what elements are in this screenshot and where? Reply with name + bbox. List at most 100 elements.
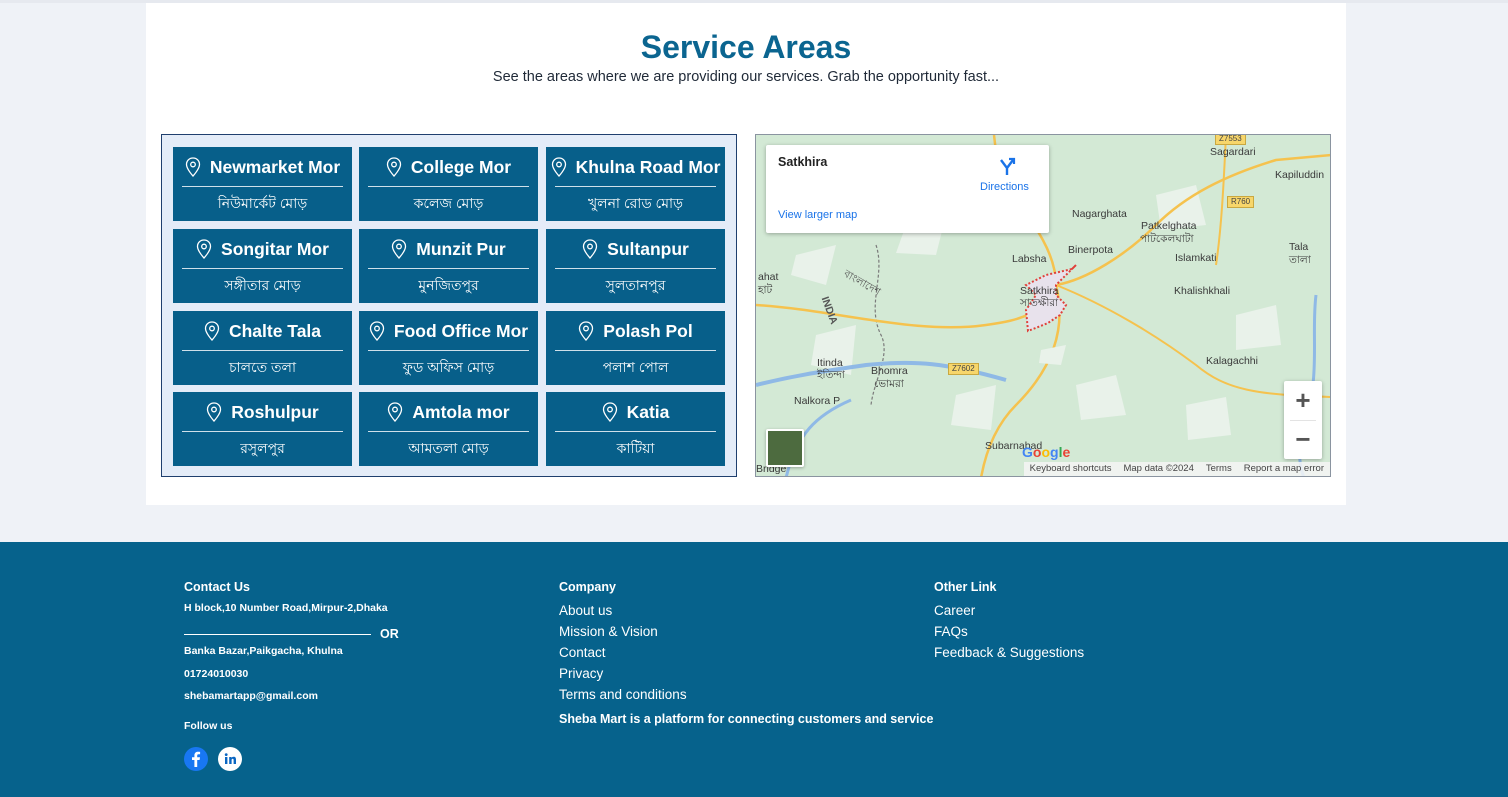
area-name-bn: রসুলপুর (240, 440, 285, 456)
area-name-bn: মুনজিতপুর (418, 277, 479, 293)
map-label-binerpota: Binerpota (1068, 244, 1113, 256)
footer-link-about[interactable]: About us (559, 603, 933, 618)
zoom-in-button[interactable]: + (1284, 381, 1322, 420)
report-error-link[interactable]: Report a map error (1238, 462, 1330, 476)
road-tag-z7553: Z7553 (1215, 135, 1246, 145)
footer-link-mission[interactable]: Mission & Vision (559, 624, 933, 639)
area-name-en: Munzit Pur (416, 238, 506, 259)
tile-divider (368, 431, 529, 432)
footer-link-terms[interactable]: Terms and conditions (559, 687, 933, 702)
map-label-kapiluddin: Kapiluddin (1275, 169, 1325, 181)
map-label-ahat: ahat (758, 271, 779, 283)
directions-icon[interactable] (997, 157, 1017, 177)
service-area-list: Newmarket Mor নিউমার্কেট মোড় College Mo… (161, 134, 737, 477)
map-label-itinda-bn: ইতিন্দা (817, 369, 845, 381)
location-pin-icon (388, 402, 403, 422)
map-label-kalagachhi: Kalagachhi (1206, 355, 1258, 367)
area-name-en: Sultanpur (607, 238, 689, 259)
satellite-toggle-button[interactable] (766, 429, 804, 467)
tile-divider (182, 186, 343, 187)
road-tag-z7602: Z7602 (948, 363, 979, 375)
footer-link-faqs[interactable]: FAQs (934, 624, 1084, 639)
road-tag-r760: R760 (1227, 196, 1255, 208)
email-address[interactable]: shebamartapp@gmail.com (184, 691, 318, 702)
map-label-nalkora: Nalkora P (794, 395, 841, 407)
area-tile-katia[interactable]: Katia কাটিয়া (546, 392, 725, 466)
area-tile-khulna-road-mor[interactable]: Khulna Road Mor খুলনা রোড মোড় (546, 147, 725, 221)
area-name-en: Khulna Road Mor (575, 156, 721, 177)
embedded-map[interactable]: Sagardari Kapiluddin Nagarghata Patkelgh… (755, 134, 1331, 477)
tile-divider (368, 350, 529, 351)
address-khulna: Banka Bazar,Paikgacha, Khulna (184, 645, 343, 657)
area-tile-roshulpur[interactable]: Roshulpur রসুলপুর (173, 392, 352, 466)
map-label-bhomra-bn: ভোমরা (874, 378, 904, 390)
company-heading: Company (559, 580, 616, 594)
area-name-en: Amtola mor (412, 401, 510, 422)
or-label: OR (380, 627, 399, 641)
map-label-bhomra: Bhomra (871, 365, 908, 377)
area-tile-chalte-tala[interactable]: Chalte Tala চালতে তলা (173, 311, 352, 385)
contact-heading: Contact Us (184, 580, 250, 594)
phone-number: 01724010030 (184, 668, 249, 680)
area-name-en: Songitar Mor (221, 238, 329, 259)
area-name-bn: সঙ্গীতার মোড় (224, 277, 301, 293)
area-name-en: Chalte Tala (228, 320, 322, 341)
footer-link-feedback[interactable]: Feedback & Suggestions (934, 645, 1084, 660)
keyboard-shortcuts-link[interactable]: Keyboard shortcuts (1024, 462, 1118, 476)
address-dhaka: H block,10 Number Road,Mirpur-2,Dhaka (184, 602, 388, 614)
separator-line (184, 633, 371, 635)
zoom-divider (1290, 420, 1316, 421)
area-name-en: College Mor (410, 156, 512, 177)
footer-link-privacy[interactable]: Privacy (559, 666, 933, 681)
area-tile-food-office-mor[interactable]: Food Office Mor ফুড অফিস মোড় (359, 311, 538, 385)
area-name-bn: চালতে তলা (228, 359, 297, 375)
area-name-bn: কলেজ মোড় (413, 195, 484, 211)
area-tile-newmarket-mor[interactable]: Newmarket Mor নিউমার্কেট মোড় (173, 147, 352, 221)
area-tile-college-mor[interactable]: College Mor কলেজ মোড় (359, 147, 538, 221)
map-label-khalishkhali: Khalishkhali (1174, 285, 1231, 297)
view-larger-map-link[interactable]: View larger map (778, 209, 857, 221)
tile-divider (555, 350, 716, 351)
tile-divider (555, 431, 716, 432)
map-data-text: Map data ©2024 (1123, 463, 1194, 474)
map-label-labsha: Labsha (1012, 253, 1047, 265)
page-title: Service Areas (640, 29, 852, 65)
area-name-bn: সুলতানপুর (605, 277, 666, 293)
terms-link[interactable]: Terms (1200, 462, 1238, 476)
area-name-bn: ফুড অফিস মোড় (402, 359, 495, 375)
location-pin-icon (392, 239, 407, 259)
location-pin-icon (204, 321, 220, 341)
area-tile-polash-pol[interactable]: Polash Pol পলাশ পোল (546, 311, 725, 385)
map-zoom-controls: + − (1284, 381, 1322, 459)
directions-link[interactable]: Directions (980, 181, 1029, 193)
area-tile-songitar-mor[interactable]: Songitar Mor সঙ্গীতার মোড় (173, 229, 352, 303)
tile-divider (182, 350, 343, 351)
map-attribution-bar: Keyboard shortcuts Map data ©2024 Terms … (1023, 462, 1330, 476)
map-label-ahat-bn: হাট (758, 284, 773, 296)
footer-tagline: Sheba Mart is a platform for connecting … (559, 712, 934, 726)
location-pin-icon (602, 402, 617, 422)
map-label-islamkati: Islamkati (1175, 252, 1217, 264)
service-areas-panel: Service Areas See the areas where we are… (146, 3, 1346, 505)
area-name-en: Polash Pol (603, 320, 693, 341)
map-label-nagarghata: Nagarghata (1072, 208, 1127, 220)
tile-divider (555, 186, 716, 187)
area-tile-munzit-pur[interactable]: Munzit Pur মুনজিতপুর (359, 229, 538, 303)
google-logo: Google (1022, 444, 1071, 460)
footer-link-contact[interactable]: Contact (559, 645, 933, 660)
facebook-icon[interactable] (184, 747, 208, 771)
area-name-bn: কাটিয়া (616, 440, 655, 456)
site-footer: Contact Us H block,10 Number Road,Mirpur… (0, 542, 1508, 797)
area-tile-sultanpur[interactable]: Sultanpur সুলতানপুর (546, 229, 725, 303)
area-name-en: Roshulpur (231, 401, 319, 422)
tile-divider (368, 268, 529, 269)
map-info-card: Satkhira Directions View larger map (766, 145, 1049, 233)
footer-link-career[interactable]: Career (934, 603, 1084, 618)
zoom-out-button[interactable]: − (1284, 420, 1322, 459)
linkedin-icon[interactable] (218, 747, 242, 771)
map-place-name: Satkhira (778, 155, 828, 169)
area-tile-amtola-mor[interactable]: Amtola mor আমতলা মোড় (359, 392, 538, 466)
location-pin-icon (185, 157, 200, 177)
location-pin-icon (551, 157, 566, 177)
map-label-patkelghata: Patkelghata (1141, 220, 1197, 232)
